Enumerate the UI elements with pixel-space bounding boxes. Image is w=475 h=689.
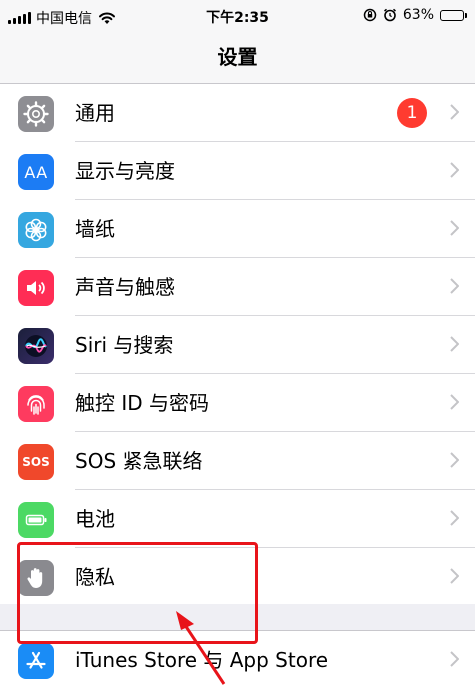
battery-icon — [18, 502, 54, 538]
page-title: 设置 — [217, 45, 258, 69]
chevron-right-icon — [450, 336, 459, 352]
settings-row-battery[interactable]: 电池 — [0, 490, 475, 548]
settings-row-touchid[interactable]: 触控 ID 与密码 — [0, 374, 475, 432]
notification-badge: 1 — [397, 98, 427, 128]
orientation-lock-icon — [363, 8, 377, 22]
settings-row-display[interactable]: AA 显示与亮度 — [0, 142, 475, 200]
chevron-right-icon — [450, 278, 459, 294]
flower-icon — [18, 212, 54, 248]
speaker-icon — [18, 270, 54, 306]
status-bar: 中国电信 下午2:35 63% — [0, 0, 475, 34]
settings-row-label: SOS 紧急联络 — [75, 449, 203, 473]
battery-status-icon — [440, 9, 467, 21]
settings-row-label: 电池 — [75, 507, 115, 531]
chevron-right-icon — [450, 568, 459, 584]
settings-row-wallpaper[interactable]: 墙纸 — [0, 200, 475, 258]
chevron-right-icon — [450, 162, 459, 178]
settings-row-siri[interactable]: Siri 与搜索 — [0, 316, 475, 374]
settings-row-label: 通用 — [75, 101, 115, 125]
status-right: 63% — [363, 7, 467, 23]
battery-percent: 63% — [402, 7, 434, 23]
settings-group-main: 通用 1 AA 显示与亮度 墙纸 声音与触感 Siri 与搜索 触控 ID 与密… — [0, 84, 475, 606]
nav-bar: 设置 — [0, 34, 475, 84]
sos-icon-glyph: SOS — [22, 455, 50, 469]
chevron-right-icon — [450, 452, 459, 468]
settings-row-label: 触控 ID 与密码 — [75, 391, 210, 415]
app-store-icon — [18, 643, 54, 679]
settings-row-sounds[interactable]: 声音与触感 — [0, 258, 475, 316]
siri-icon — [18, 328, 54, 364]
gear-icon — [18, 96, 54, 132]
chevron-right-icon — [450, 220, 459, 236]
chevron-right-icon — [450, 394, 459, 410]
settings-row-label: 墙纸 — [75, 217, 115, 241]
sos-icon: SOS — [18, 444, 54, 480]
settings-row-general[interactable]: 通用 1 — [0, 84, 475, 142]
text-size-icon: AA — [18, 154, 54, 190]
settings-row-label: 显示与亮度 — [75, 159, 175, 183]
chevron-right-icon — [450, 510, 459, 526]
chevron-right-icon — [450, 104, 459, 120]
chevron-right-icon — [450, 651, 459, 667]
alarm-icon — [383, 8, 396, 22]
settings-row-label: Siri 与搜索 — [75, 333, 174, 357]
fingerprint-icon — [18, 386, 54, 422]
text-size-icon-glyph: AA — [24, 162, 48, 182]
highlight-box — [17, 542, 258, 644]
settings-row-label: 声音与触感 — [75, 275, 175, 299]
settings-row-sos[interactable]: SOS SOS 紧急联络 — [0, 432, 475, 490]
